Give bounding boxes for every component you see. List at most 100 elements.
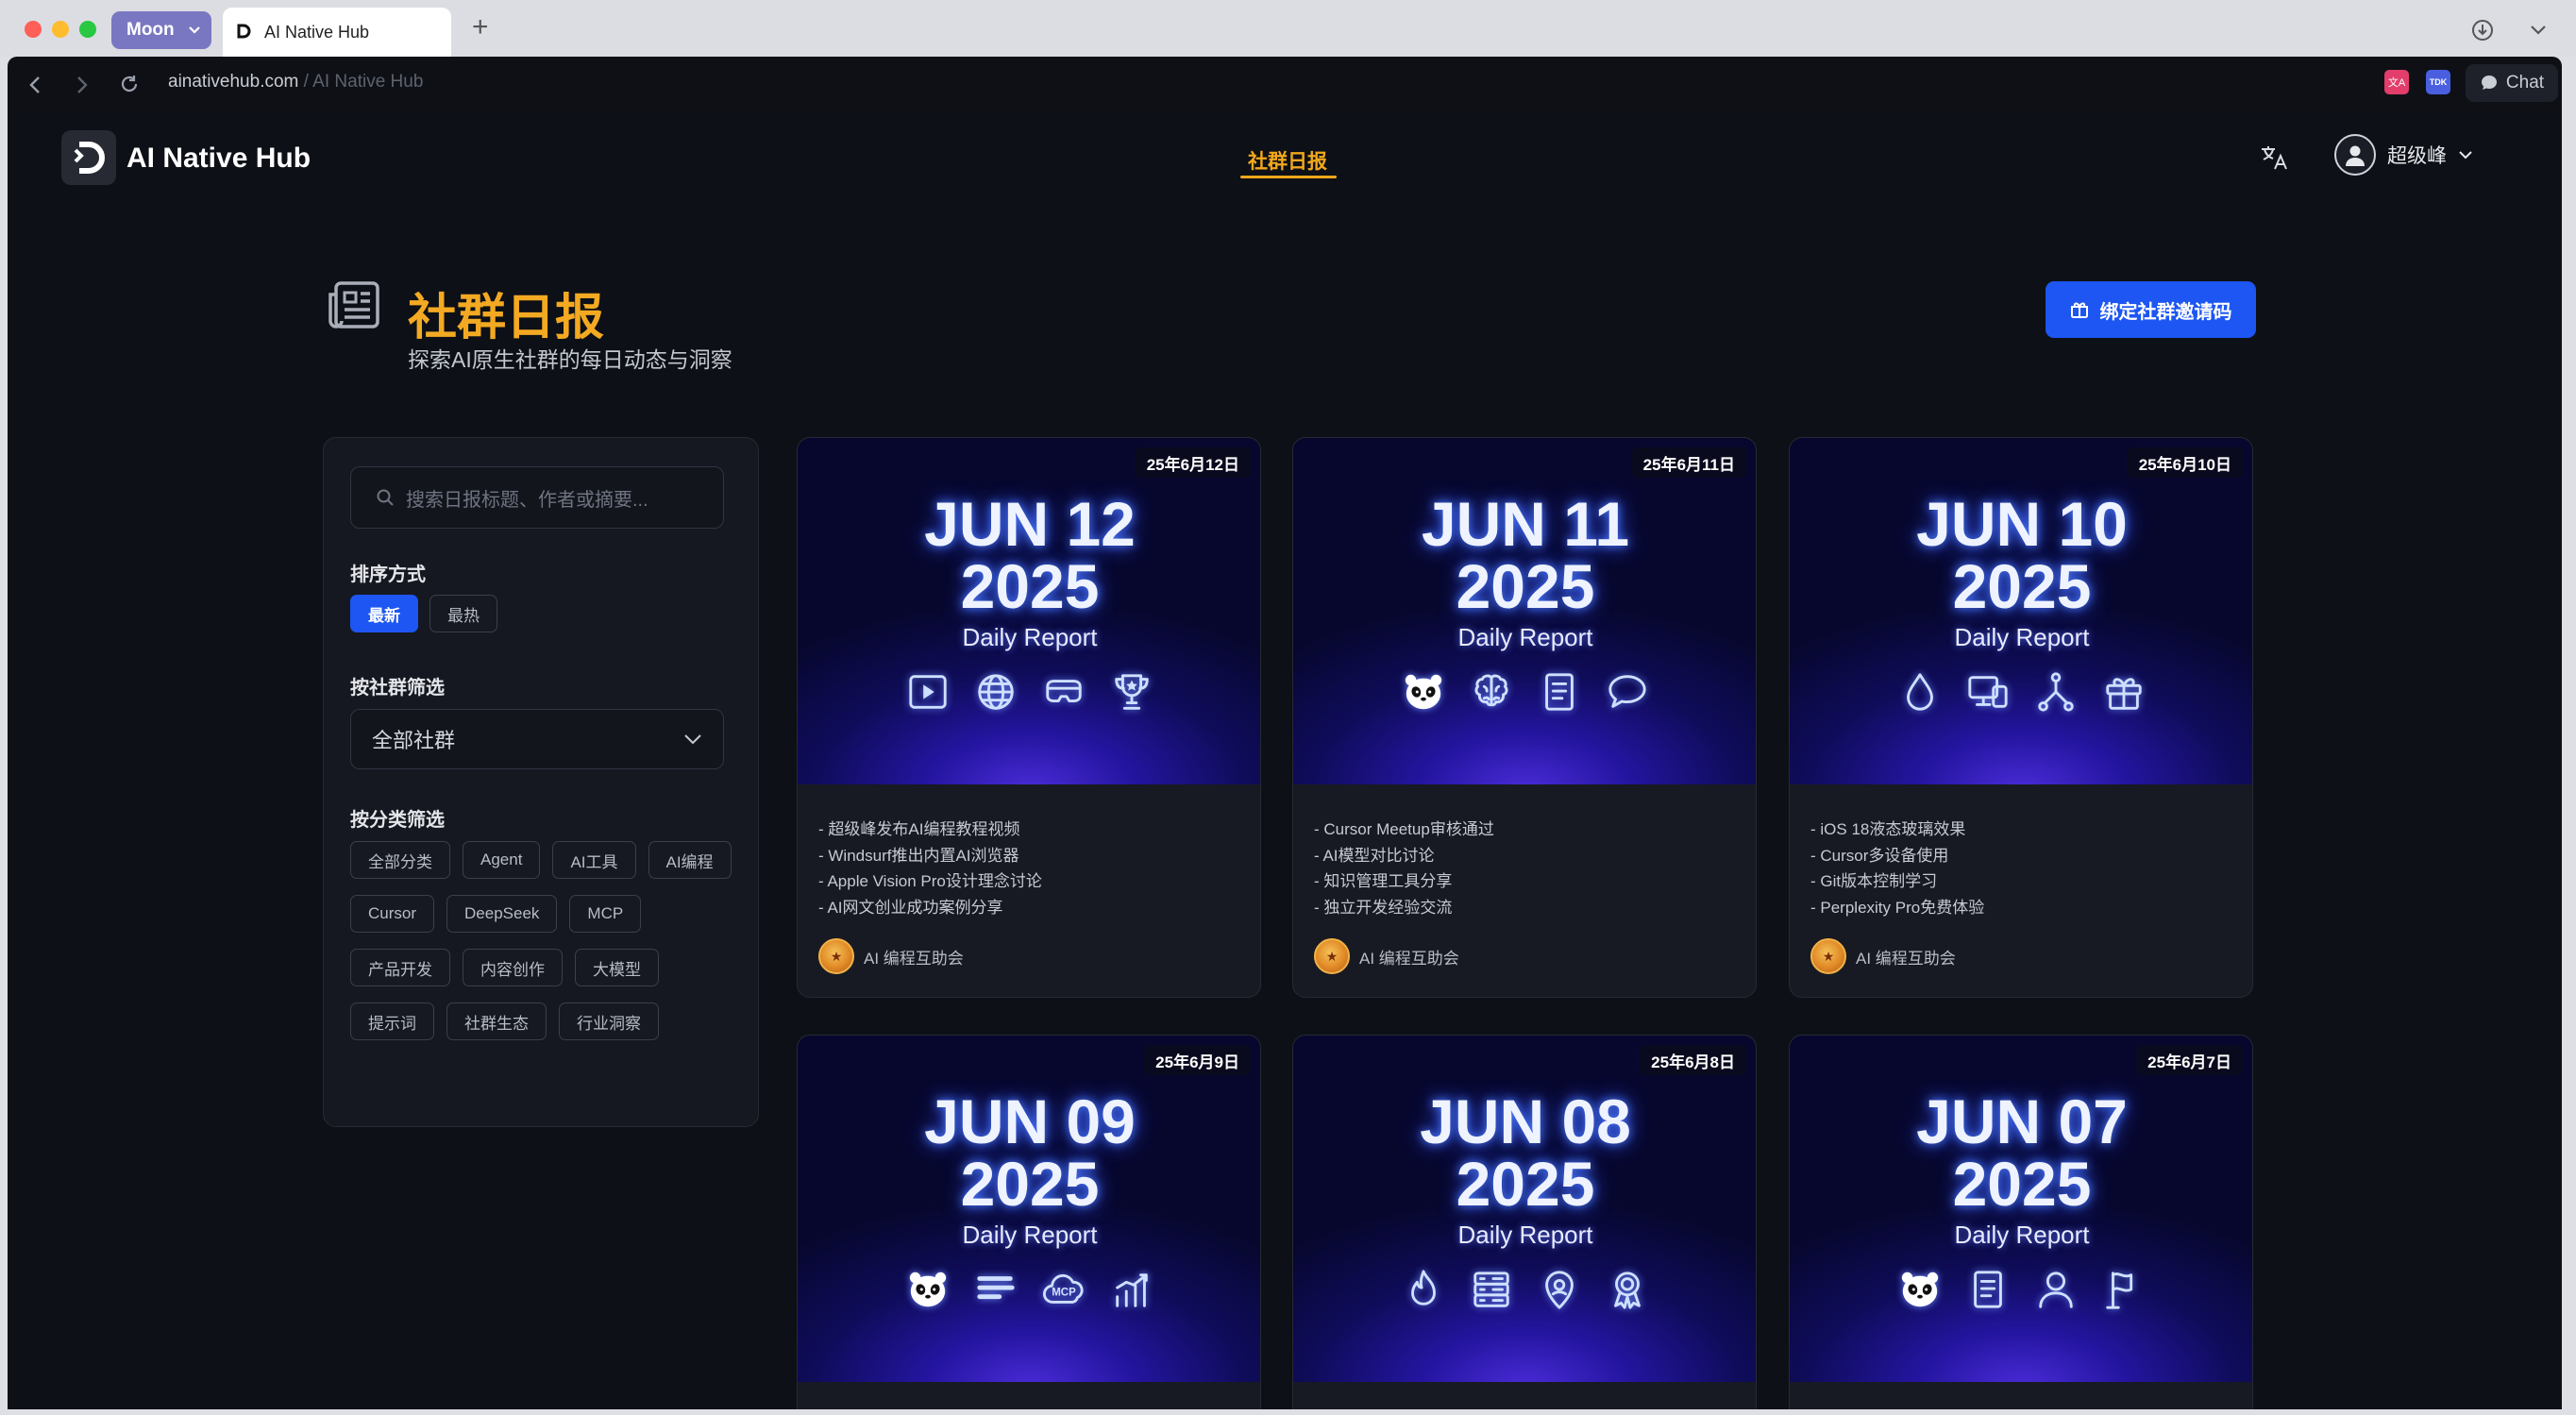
zoom-window-button[interactable]: [79, 21, 96, 38]
cover-label: Daily Report: [962, 623, 1098, 651]
search-icon: [377, 489, 394, 506]
report-card[interactable]: 25年6月10日 JUN 10 2025 Daily Report - iOS …: [1789, 437, 2253, 998]
cover-icons: MCP: [798, 1267, 1260, 1312]
community-badge-icon: ★: [818, 938, 854, 974]
cover-label: Daily Report: [1457, 1221, 1593, 1249]
community-select-value: 全部社群: [372, 729, 456, 752]
report-card[interactable]: 25年6月7日 JUN 07 2025 Daily Report: [1789, 1035, 2253, 1409]
card-summary: - Cursor Meetup审核通过 - AI模型对比讨论 - 知识管理工具分享 -…: [1293, 784, 1756, 924]
category-chip[interactable]: Agent: [463, 841, 541, 879]
summary-line: - AI网文创业成功案例分享: [818, 898, 1003, 917]
reload-icon[interactable]: [119, 74, 140, 94]
category-chip[interactable]: 内容创作: [463, 949, 563, 986]
report-card[interactable]: 25年6月8日 JUN 08 2025 Daily Report: [1292, 1035, 1757, 1409]
card-summary: - iOS 18液态玻璃效果 - Cursor多设备使用 - Git版本控制学习 - …: [1790, 784, 2252, 924]
bind-button-label: 绑定社群邀请码: [2099, 301, 2232, 323]
cover-date: JUN 11 2025: [1293, 493, 1756, 617]
logo-d-icon: [74, 142, 105, 174]
forward-icon[interactable]: [76, 76, 89, 94]
server-icon: [1469, 1267, 1514, 1312]
community-badge-icon: ★: [1314, 938, 1350, 974]
page-subtitle: 探索AI原生社群的每日动态与洞察: [408, 347, 732, 372]
card-author[interactable]: ★ AI 编程互助会: [1314, 938, 1459, 974]
chevron-down-icon[interactable]: [2530, 25, 2547, 36]
chevron-down-icon: [2459, 151, 2472, 160]
avatar: [2334, 134, 2376, 176]
back-icon[interactable]: [28, 76, 42, 94]
report-card[interactable]: 25年6月9日 JUN 09 2025 Daily Report MCP: [797, 1035, 1261, 1409]
category-chip[interactable]: DeepSeek: [446, 895, 558, 933]
summary-line: - 超级峰发布AI编程教程视频: [818, 820, 1020, 838]
cover-date: JUN 10 2025: [1790, 493, 2252, 617]
translate-extension-icon[interactable]: 文A: [2384, 70, 2409, 94]
language-translate-icon[interactable]: [2259, 143, 2289, 172]
chat-bubble-icon: [2481, 76, 2497, 90]
card-cover-image: 25年6月12日 JUN 12 2025 Daily Report: [798, 438, 1260, 784]
cover-icons: [1293, 669, 1756, 715]
web-page: AI Native Hub 社群日报 超级峰 社群日报 探索AI原生社群的每日动…: [8, 111, 2562, 1409]
newspaper-icon: [328, 281, 379, 328]
brand-name[interactable]: AI Native Hub: [126, 143, 311, 175]
cover-day: JUN 08: [1420, 1087, 1631, 1156]
tdk-extension-icon[interactable]: TDK: [2426, 70, 2450, 94]
play-icon: [905, 669, 951, 715]
category-chip[interactable]: 全部分类: [350, 841, 450, 879]
category-chip[interactable]: AI工具: [552, 841, 636, 879]
category-chip[interactable]: Cursor: [350, 895, 435, 933]
close-window-button[interactable]: [25, 21, 42, 38]
download-icon[interactable]: [2471, 19, 2494, 42]
user-menu[interactable]: 超级峰: [2334, 134, 2473, 176]
card-author[interactable]: ★ AI 编程互助会: [1810, 938, 1956, 974]
minimize-window-button[interactable]: [52, 21, 69, 38]
trophy-icon: [1109, 669, 1154, 715]
bind-invite-code-button[interactable]: 绑定社群邀请码: [2046, 281, 2256, 338]
browser-tab-active[interactable]: AI Native Hub: [223, 8, 451, 57]
nav-link-daily-report[interactable]: 社群日报: [1248, 146, 1327, 175]
new-tab-button[interactable]: +: [472, 13, 489, 42]
document-icon: [1537, 669, 1582, 715]
summary-line: - Git版本控制学习: [1810, 872, 1938, 890]
category-chip[interactable]: 社群生态: [446, 1002, 547, 1040]
cover-label: Daily Report: [1457, 623, 1593, 651]
card-author[interactable]: ★ AI 编程互助会: [818, 938, 964, 974]
sort-hottest-button[interactable]: 最热: [429, 595, 497, 632]
cover-day: JUN 07: [1916, 1087, 2128, 1156]
gift-icon: [2101, 669, 2147, 715]
cover-icons: [798, 669, 1260, 715]
summary-line: - Perplexity Pro免费体验: [1810, 898, 1985, 917]
summary-line: - Windsurf推出内置AI浏览器: [818, 846, 1019, 865]
mcp-cloud-icon: MCP: [1041, 1267, 1086, 1312]
browser-window: Moon AI Native Hub + ainativehub.com / A…: [0, 0, 2576, 1415]
extension-label: TDK: [2429, 77, 2448, 87]
cover-label: Daily Report: [962, 1221, 1098, 1249]
community-select[interactable]: 全部社群: [350, 709, 724, 769]
category-chip[interactable]: 产品开发: [350, 949, 450, 986]
profile-switcher[interactable]: Moon: [111, 11, 211, 49]
category-chip[interactable]: MCP: [569, 895, 642, 933]
site-header: AI Native Hub 社群日报 超级峰: [8, 111, 2562, 206]
url-host: ainativehub.com: [168, 72, 299, 92]
cover-date: JUN 07 2025: [1790, 1087, 2252, 1215]
category-chip[interactable]: 大模型: [575, 949, 659, 986]
url-field[interactable]: ainativehub.com / AI Native Hub: [168, 72, 423, 93]
category-chip[interactable]: 行业洞察: [559, 1002, 659, 1040]
card-cover-image: 25年6月8日 JUN 08 2025 Daily Report: [1293, 1036, 1756, 1382]
date-badge: 25年6月7日: [2136, 1045, 2243, 1075]
search-input[interactable]: 搜索日报标题、作者或摘要...: [350, 466, 724, 529]
chat-button[interactable]: Chat: [2466, 64, 2558, 102]
report-card[interactable]: 25年6月11日 JUN 11 2025 Daily Report - Curs…: [1292, 437, 1757, 998]
site-logo[interactable]: [61, 130, 116, 185]
cover-year: 2025: [1456, 1149, 1595, 1219]
community-badge-icon: ★: [1810, 938, 1846, 974]
category-chip[interactable]: AI编程: [648, 841, 732, 879]
devices-icon: [1965, 669, 2011, 715]
chevron-down-icon: [684, 734, 701, 745]
sort-newest-button[interactable]: 最新: [350, 595, 418, 632]
cover-year: 2025: [960, 551, 1100, 621]
cover-day: JUN 12: [924, 489, 1136, 559]
report-card[interactable]: 25年6月12日 JUN 12 2025 Daily Report - 超级峰发…: [797, 437, 1261, 998]
cover-icons: [1790, 669, 2252, 715]
card-summary: - 超级峰发布AI编程教程视频 - Windsurf推出内置AI浏览器 - Appl…: [798, 784, 1260, 924]
tab-strip: Moon AI Native Hub +: [0, 0, 2576, 57]
category-chip[interactable]: 提示词: [350, 1002, 434, 1040]
